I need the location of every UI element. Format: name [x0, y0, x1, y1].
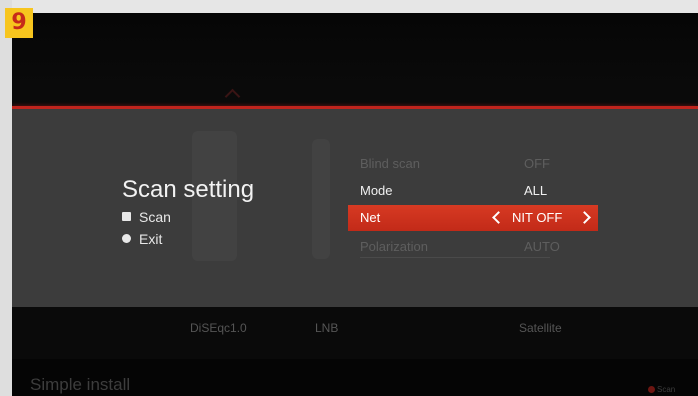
setting-value: NIT OFF: [512, 210, 563, 225]
help-exit-label: Exit: [139, 231, 163, 247]
tab-diseqc: DiSEqc1.0: [190, 321, 247, 335]
tv-screen: Scan setting Scan Exit Blind scan OFF Mo…: [12, 13, 698, 396]
red-button-icon: [648, 386, 655, 393]
setting-label: Blind scan: [360, 156, 420, 171]
setting-value: OFF: [524, 156, 550, 171]
help-exit[interactable]: Exit: [122, 231, 162, 247]
help-scan-label: Scan: [139, 209, 171, 225]
footer-hint-label: Scan: [657, 385, 676, 394]
window-top-frame: [0, 0, 698, 13]
window-left-frame: [0, 0, 12, 396]
top-background: [12, 13, 698, 108]
chevron-left-icon[interactable]: [492, 211, 505, 224]
setting-row-mode[interactable]: Mode ALL: [348, 178, 598, 204]
dialog-title: Scan setting: [122, 176, 255, 203]
setting-label: Mode: [360, 183, 393, 198]
background-tab-bar: DiSEqc1.0 LNB Satellite: [12, 307, 698, 359]
scan-setting-dialog: Scan setting Scan Exit Blind scan OFF Mo…: [12, 109, 698, 307]
row-divider: [360, 257, 550, 258]
circle-button-icon: [122, 234, 131, 243]
setting-row-blind-scan[interactable]: Blind scan OFF: [348, 151, 598, 177]
setting-value: ALL: [524, 183, 548, 198]
tab-satellite: Satellite: [519, 321, 562, 335]
background-column: [312, 139, 330, 259]
page-title: Simple install: [30, 375, 131, 394]
step-number-badge: 9: [5, 8, 33, 38]
chevron-right-icon[interactable]: [578, 211, 591, 224]
tab-lnb: LNB: [315, 321, 339, 335]
setting-row-net[interactable]: Net NIT OFF: [348, 205, 598, 231]
square-button-icon: [122, 212, 131, 221]
setting-label: Net: [360, 210, 381, 225]
help-scan[interactable]: Scan: [122, 209, 171, 225]
footer-scan-hint: Scan: [648, 385, 675, 394]
